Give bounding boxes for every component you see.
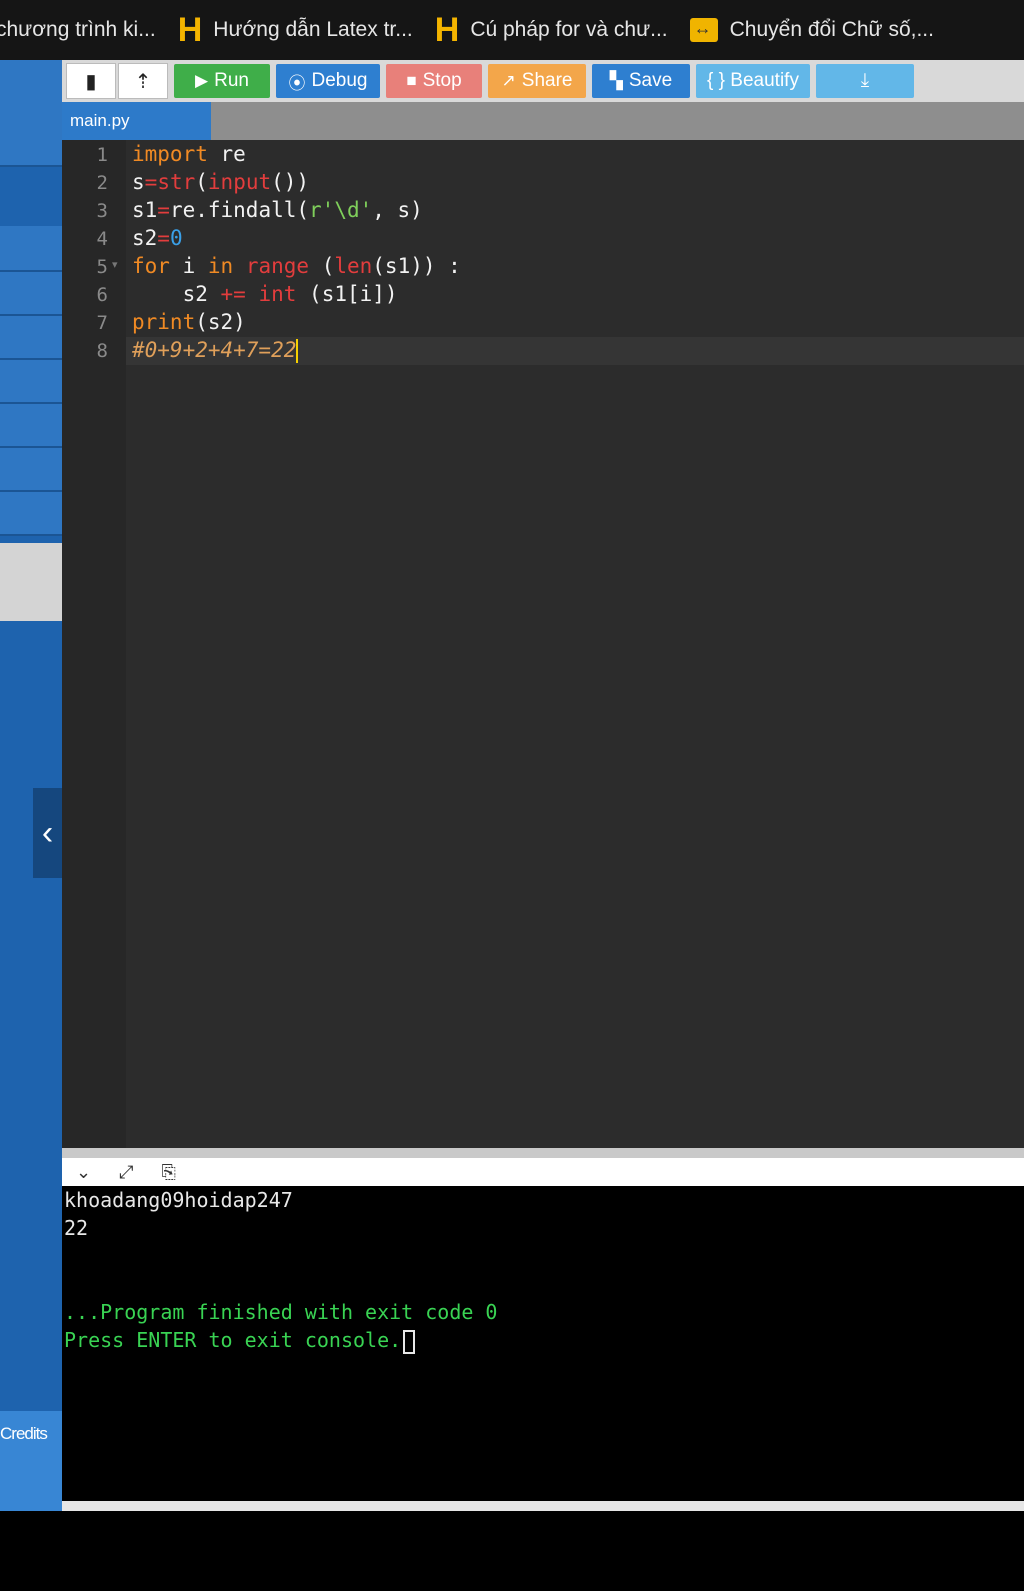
sidebar-panel[interactable] [0,60,62,167]
bookmark-label: Hướng dẫn Latex tr... [213,18,413,41]
fold-arrow-icon[interactable]: ▾ [112,258,118,271]
debug-icon: ⦿ [288,73,306,93]
bookmark-item[interactable]: chương trình ki... [0,18,156,42]
run-button[interactable]: ▶ Run [174,64,270,98]
expand-icon[interactable]: ⤢ [119,1162,133,1183]
sidebar-collapse-button[interactable]: ‹ [33,788,62,878]
run-label: Run [214,70,249,91]
stop-label: Stop [422,70,462,91]
sidebar-item[interactable] [0,360,62,404]
text-caret [296,339,299,363]
line-number: 3 [96,200,108,222]
bookmark-label: Chuyển đổi Chữ số,... [729,18,934,41]
console-toolbar: ⌄ ⤢ ⎘ [62,1158,1024,1186]
console-exit-message: ...Program finished with exit code 0 [64,1300,498,1324]
sidebar-item[interactable] [0,404,62,448]
bookmark-label: chương trình ki... [0,18,156,41]
stop-icon: ■ [406,71,417,90]
console-cursor [403,1329,416,1354]
sidebar-item[interactable] [0,448,62,492]
download-button[interactable]: ⤓ [816,64,914,98]
upload-icon: ⇡ [134,70,152,93]
save-label: Save [628,70,673,91]
code-line-4[interactable]: s2=0 [132,224,183,252]
share-button[interactable]: ↗ Share [488,64,586,98]
code-line-7[interactable]: print(s2) [132,308,246,336]
line-number: 8 [96,340,108,362]
hoidap-h-icon: H [434,11,460,49]
toolbar: ▮ ⇡ ▶ Run ⦿ Debug ■ Stop ↗ Share ▚ Save … [62,60,1024,102]
converter-icon [689,18,718,42]
play-icon: ▶ [195,71,209,90]
console-prompt-line: Press ENTER to exit console. [64,1326,416,1354]
console-resize-handle[interactable] [62,1148,1024,1158]
sidebar-item[interactable] [0,226,62,272]
chevron-down-icon[interactable]: ⌄ [76,1162,91,1183]
save-button[interactable]: ▚ Save [592,64,690,98]
sidebar-item[interactable] [0,272,62,316]
code-line-3[interactable]: s1=re.findall(r'\d', s) [132,196,423,224]
line-number: 4 [96,228,108,250]
sidebar-item[interactable] [0,492,62,536]
output-console[interactable]: khoadang09hoidap247 22 ...Program finish… [62,1186,1024,1501]
debug-button[interactable]: ⦿ Debug [276,64,380,98]
credits-link[interactable]: Credits [0,1411,62,1511]
bookmark-item[interactable]: H Cú pháp for và chư... [435,13,668,47]
code-line-1[interactable]: import re [132,140,246,168]
share-label: Share [521,70,573,91]
file-icon: ▮ [85,70,97,93]
code-line-2[interactable]: s=str(input()) [132,168,309,196]
console-prompt-text: Press ENTER to exit console. [64,1328,402,1352]
left-sidebar: ‹ Credits [0,60,62,1511]
bookmarks-bar: chương trình ki... H Hướng dẫn Latex tr.… [0,0,1024,60]
console-input-line: khoadang09hoidap247 [64,1188,293,1212]
beautify-button[interactable]: { } Beautify [696,64,810,98]
line-number: 1 [96,144,108,166]
sidebar-ad-area [0,543,62,621]
debug-label: Debug [311,70,368,91]
tab-label: main.py [70,111,130,130]
copy-icon[interactable]: ⎘ [162,1162,176,1183]
line-number-gutter: 1 2 3 4 5 ▾ 6 7 8 [62,140,126,1148]
console-output-line: 22 [64,1216,89,1240]
credits-label: Credits [0,1424,48,1443]
tab-main-py[interactable]: main.py [62,102,211,140]
upload-button[interactable]: ⇡ [118,63,168,99]
save-icon: ▚ [609,71,623,90]
line-number: 2 [96,172,108,194]
download-icon: ⤓ [860,70,870,91]
bookmark-item[interactable]: H Hướng dẫn Latex tr... [178,13,413,47]
line-number: 7 [96,312,108,334]
bookmark-item[interactable]: Chuyển đổi Chữ số,... [689,18,934,42]
hoidap-h-icon: H [177,11,203,49]
bookmark-label: Cú pháp for và chư... [470,18,668,41]
chevron-left-icon: ‹ [41,813,54,852]
sidebar-item[interactable] [0,316,62,360]
code-line-8[interactable]: #0+9+2+4+7=22 [132,336,299,364]
share-icon: ↗ [501,71,516,90]
console-bottom-border [62,1501,1024,1511]
beautify-label: { } Beautify [707,70,799,91]
code-editor[interactable]: 1 2 3 4 5 ▾ 6 7 8 import re s=str(input(… [62,140,1024,1148]
line-number: 5 [96,256,108,278]
stop-button[interactable]: ■ Stop [386,64,482,98]
line-number: 6 [96,284,108,306]
code-line-5[interactable]: for i in range (len(s1)) : [132,252,461,280]
new-file-button[interactable]: ▮ [66,63,116,99]
code-line-6[interactable]: s2 += int (s1[i]) [132,280,398,308]
file-tab-bar: main.py [62,102,1024,140]
